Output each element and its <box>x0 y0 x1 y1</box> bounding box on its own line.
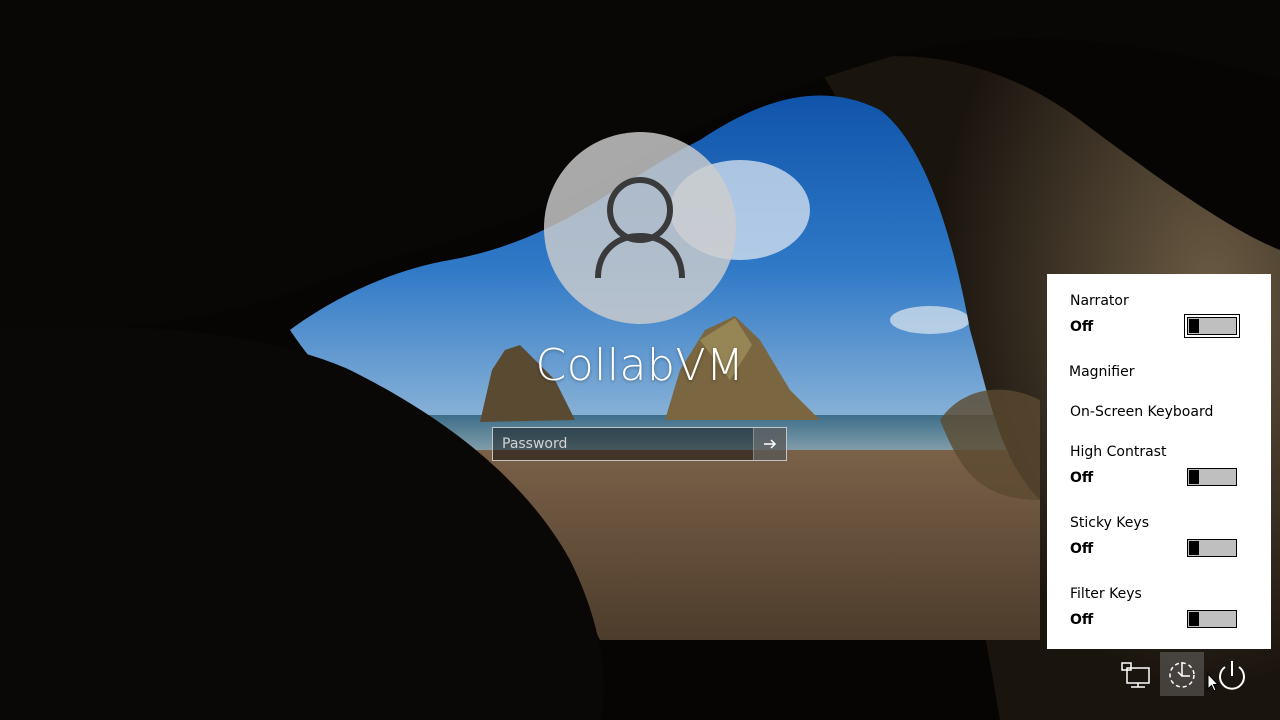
user-name: CollabVM <box>535 340 745 391</box>
submit-button[interactable] <box>753 428 786 460</box>
sticky-keys-toggle[interactable] <box>1187 539 1237 557</box>
ease-of-access-panel: Narrator Off Magnifier On-Screen Keyboar… <box>1047 274 1271 649</box>
high-contrast-state: Off <box>1070 470 1094 486</box>
filter-keys-toggle[interactable] <box>1187 610 1237 628</box>
magnifier-item[interactable]: Magnifier <box>1069 364 1135 380</box>
network-button[interactable] <box>1114 652 1158 696</box>
high-contrast-toggle[interactable] <box>1187 468 1237 486</box>
password-box <box>492 427 787 461</box>
filter-keys-state: Off <box>1070 612 1094 628</box>
ease-of-access-button[interactable] <box>1160 652 1204 696</box>
narrator-label: Narrator <box>1070 293 1129 309</box>
arrow-right-icon <box>764 439 777 449</box>
on-screen-keyboard-item[interactable]: On-Screen Keyboard <box>1070 404 1213 420</box>
sticky-keys-label: Sticky Keys <box>1070 515 1149 531</box>
narrator-state: Off <box>1070 319 1094 335</box>
sticky-keys-state: Off <box>1070 541 1094 557</box>
ease-of-access-icon <box>1169 662 1195 688</box>
toggle-knob <box>1189 470 1199 484</box>
toggle-knob <box>1189 612 1199 626</box>
filter-keys-label: Filter Keys <box>1070 586 1142 602</box>
user-avatar <box>544 132 736 324</box>
high-contrast-label: High Contrast <box>1070 444 1167 460</box>
password-input[interactable] <box>493 428 753 460</box>
network-icon <box>1121 662 1150 688</box>
mouse-cursor-icon <box>1207 673 1220 692</box>
narrator-toggle[interactable] <box>1184 314 1240 338</box>
user-icon <box>595 177 685 279</box>
toggle-knob <box>1189 319 1199 333</box>
toggle-knob <box>1189 541 1199 555</box>
